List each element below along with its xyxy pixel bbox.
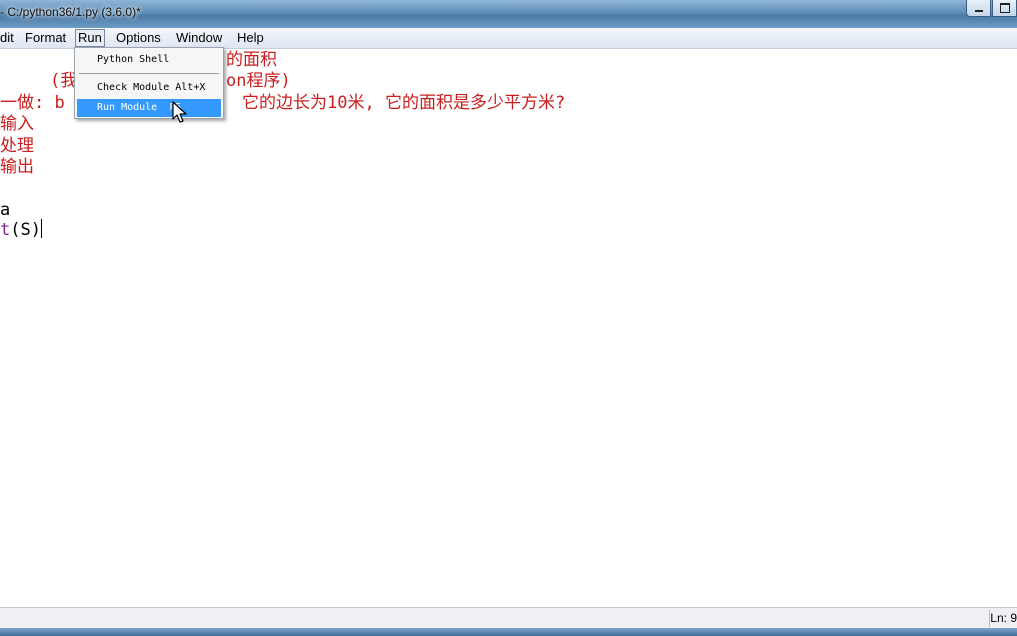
menu-run[interactable]: Run (75, 29, 105, 47)
title-bar[interactable]: - C:/python36/1.py (3.6.0)* (0, 0, 1017, 28)
code-line-1-end: 的面积 (226, 50, 277, 70)
code-line-6: 输出 (0, 157, 34, 177)
minimize-button[interactable] (966, 0, 991, 17)
code-editor[interactable]: 第 的面积 (我 on程序) 一做: b 它的边长为10米, 它的面积是多少平方… (0, 49, 1017, 606)
menu-options[interactable]: Options (114, 30, 163, 46)
menu-edit[interactable]: dit (0, 30, 16, 46)
menu-bar: dit Format Run Options Window Help (0, 28, 1017, 49)
menu-window[interactable]: Window (174, 30, 224, 46)
mouse-cursor-icon (172, 101, 187, 123)
code-line-7: a (0, 200, 11, 220)
minimize-icon (974, 10, 983, 12)
code-line-2-end: on程序) (226, 71, 291, 91)
window-title: - C:/python36/1.py (3.6.0)* (0, 5, 141, 19)
code-args: (S) (10, 220, 41, 240)
menu-item-check-module[interactable]: Check Module Alt+X (77, 79, 221, 97)
menu-item-run-module[interactable]: Run Module F5 (77, 99, 221, 117)
menu-format[interactable]: Format (23, 30, 68, 46)
cursor-position: Ln: 9 (990, 611, 1017, 625)
code-line-8: t(S) (0, 219, 42, 241)
maximize-icon (999, 3, 1010, 13)
menu-separator (79, 73, 219, 74)
code-line-5: 处理 (0, 136, 34, 156)
code-line-3-start: 一做: b (0, 93, 65, 113)
code-builtin: t (0, 220, 11, 240)
code-line-4: 输入 (0, 114, 34, 134)
menu-item-python-shell[interactable]: Python Shell (77, 51, 221, 69)
menu-help[interactable]: Help (235, 30, 266, 46)
text-caret (40, 219, 42, 238)
taskbar (0, 628, 1017, 636)
code-line-3-end: 它的边长为10米, 它的面积是多少平方米? (242, 93, 566, 113)
window-controls (965, 0, 1017, 18)
maximize-button[interactable] (992, 0, 1017, 17)
status-bar: Ln: 9 (0, 607, 1017, 629)
run-menu-dropdown: Python Shell Check Module Alt+X Run Modu… (74, 47, 224, 119)
